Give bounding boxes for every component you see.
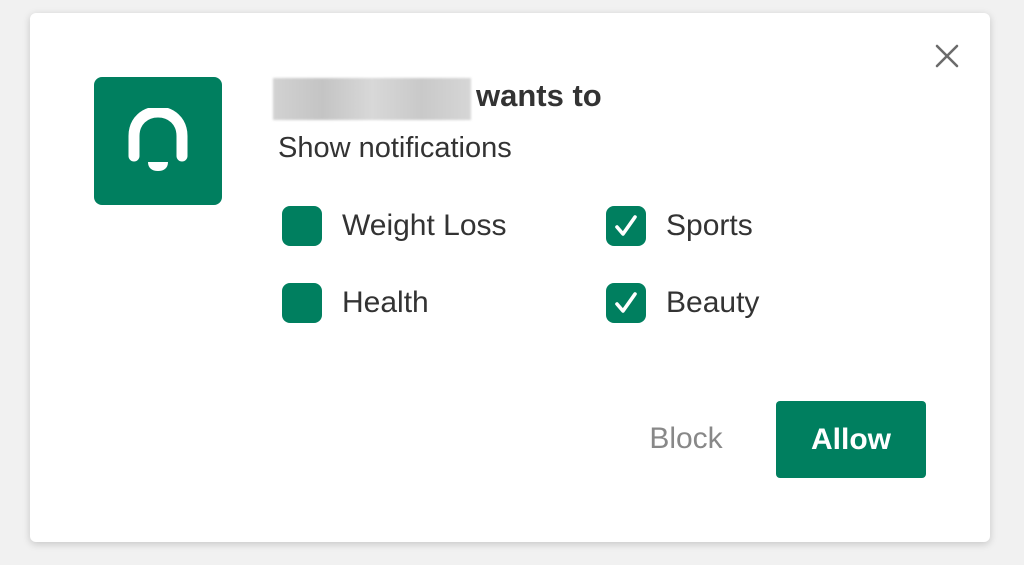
block-button[interactable]: Block: [626, 401, 746, 477]
app-icon: [94, 77, 222, 205]
close-button[interactable]: [930, 39, 964, 73]
checkmark-icon: [615, 292, 637, 313]
checkbox-beauty[interactable]: [606, 283, 646, 323]
dialog-subtitle: Show notifications: [278, 132, 512, 164]
checkbox-weight-loss[interactable]: [282, 206, 322, 246]
dialog-headline: wants to: [476, 78, 602, 113]
notification-permission-dialog: wants to Show notifications Weight Loss …: [30, 13, 990, 542]
option-label: Sports: [666, 209, 753, 242]
option-sports[interactable]: Sports: [606, 205, 753, 247]
option-label: Health: [342, 286, 429, 319]
allow-button[interactable]: Allow: [776, 401, 926, 478]
option-label: Weight Loss: [342, 209, 507, 242]
bell-icon: [128, 108, 188, 171]
checkmark-icon: [615, 215, 637, 236]
site-name-redacted: [273, 78, 471, 120]
checkbox-sports[interactable]: [606, 206, 646, 246]
option-weight-loss[interactable]: Weight Loss: [282, 205, 507, 247]
option-label: Beauty: [666, 286, 760, 319]
option-beauty[interactable]: Beauty: [606, 282, 759, 324]
close-icon: [935, 44, 959, 68]
checkbox-health[interactable]: [282, 283, 322, 323]
option-health[interactable]: Health: [282, 282, 429, 324]
